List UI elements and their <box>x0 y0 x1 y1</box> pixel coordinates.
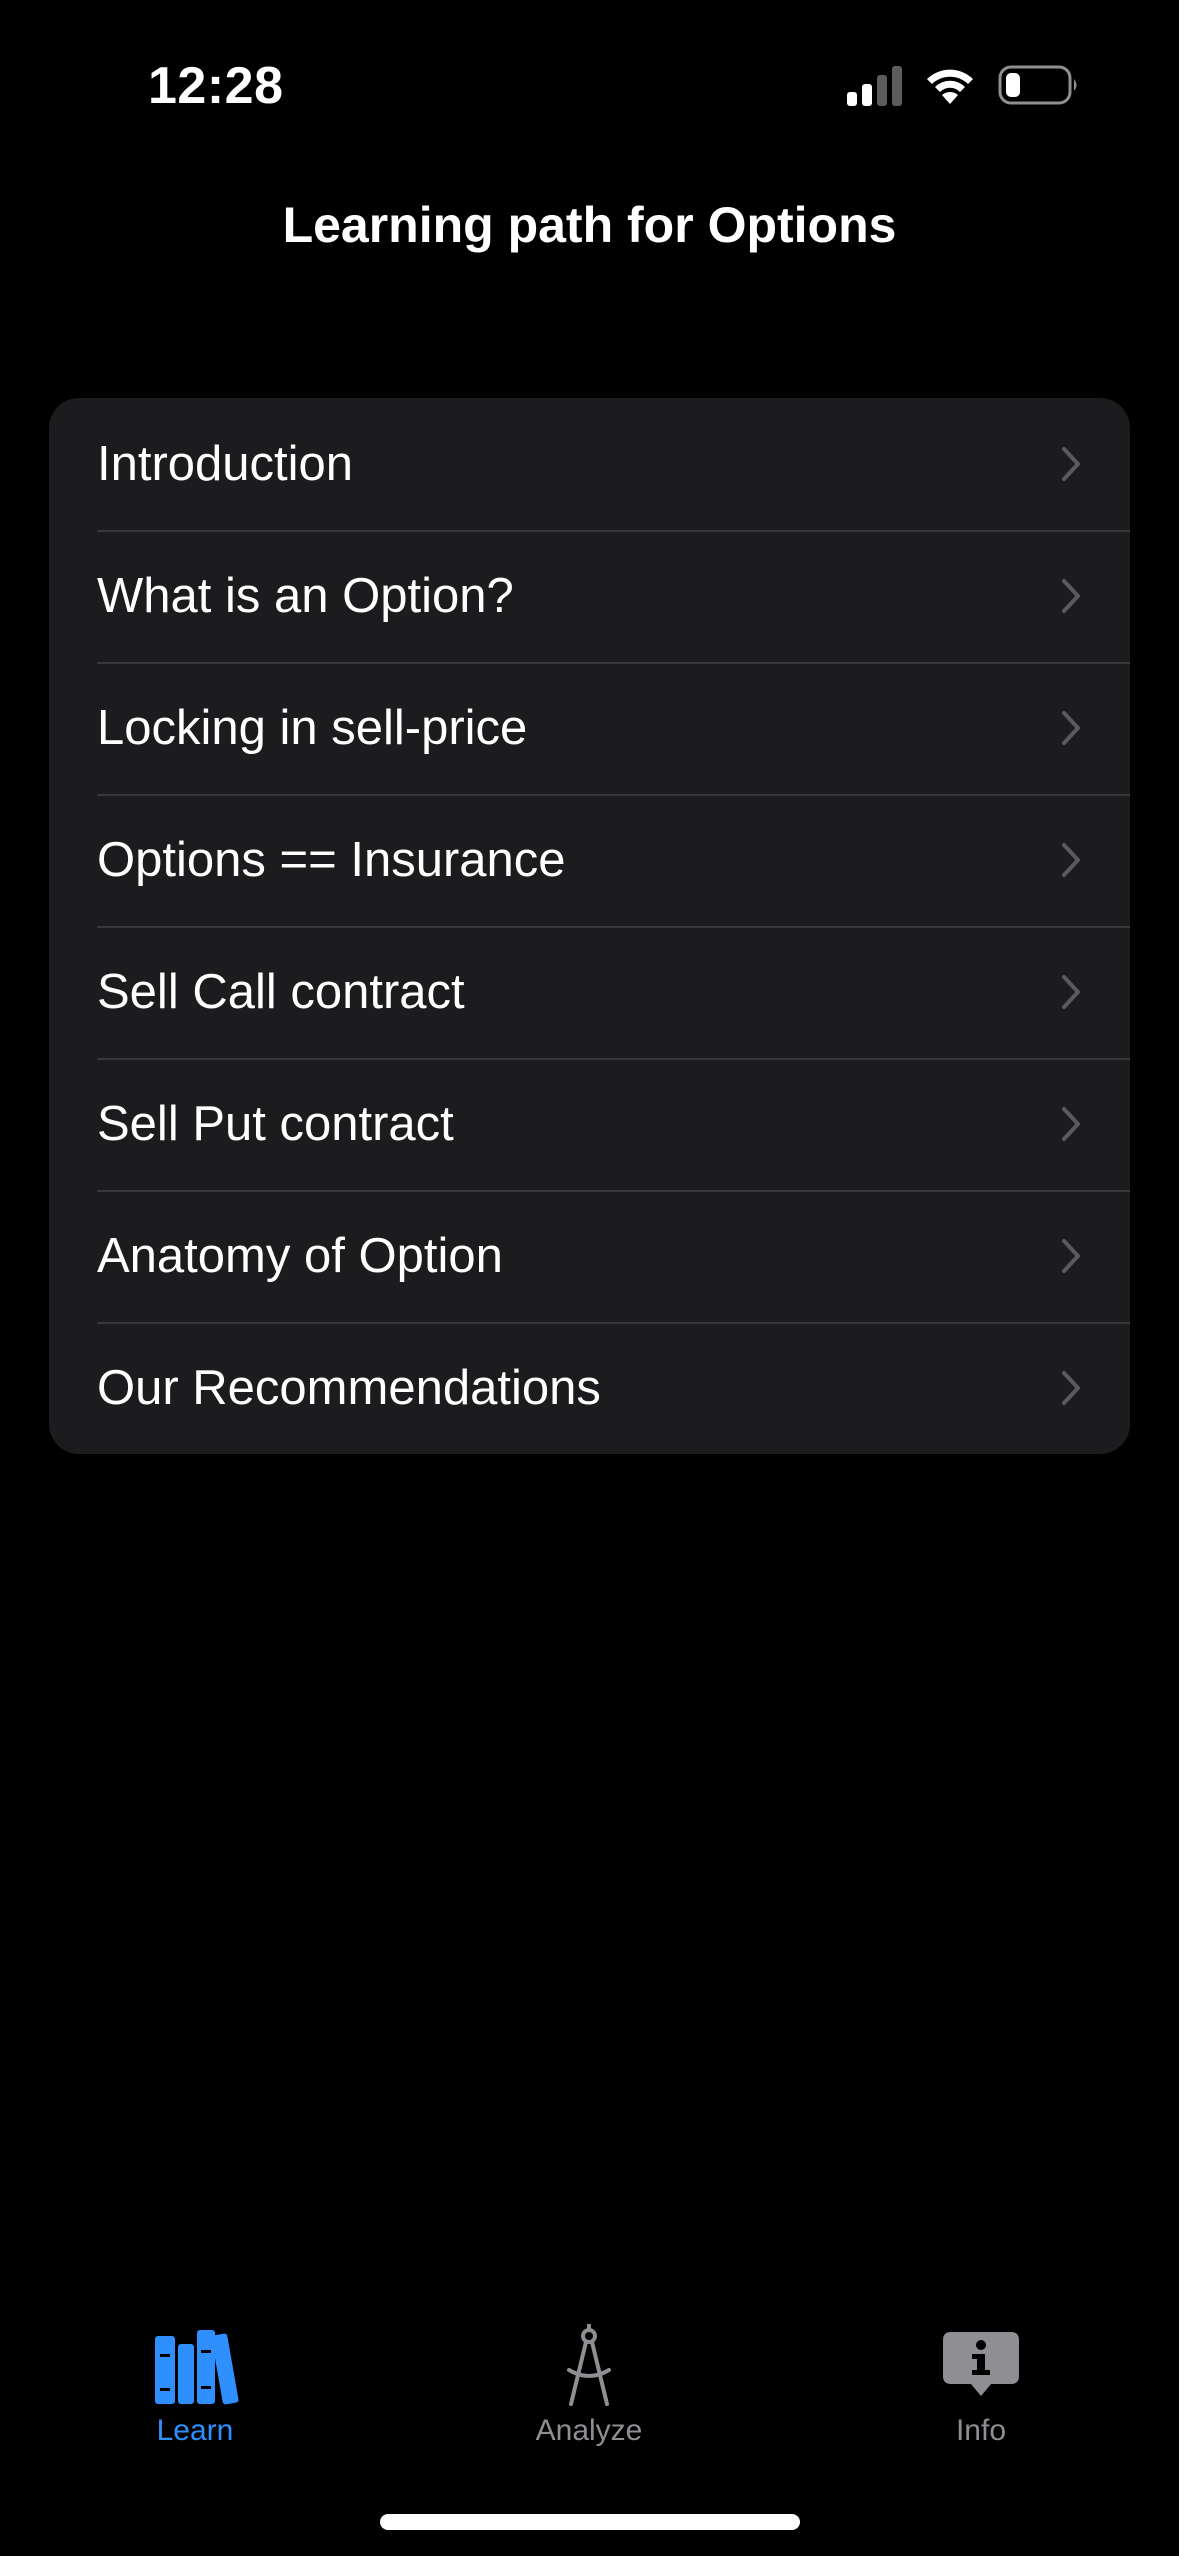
lesson-label: Our Recommendations <box>97 1361 601 1415</box>
lesson-list: Introduction What is an Option? Locking … <box>49 398 1130 1454</box>
lesson-label: Options == Insurance <box>97 833 566 887</box>
tab-analyze[interactable]: Analyze <box>479 2324 699 2464</box>
chevron-right-icon <box>1062 579 1080 613</box>
lesson-row-options-insurance[interactable]: Options == Insurance <box>49 794 1130 926</box>
cellular-signal-icon <box>847 66 902 106</box>
lesson-row-what-is-an-option[interactable]: What is an Option? <box>49 530 1130 662</box>
books-icon <box>155 2330 239 2405</box>
lesson-row-introduction[interactable]: Introduction <box>49 398 1130 530</box>
tab-learn[interactable]: Learn <box>85 2324 305 2464</box>
wifi-icon <box>927 69 973 104</box>
chevron-right-icon <box>1062 1239 1080 1273</box>
lesson-label: Introduction <box>97 437 354 491</box>
home-indicator[interactable] <box>380 2514 800 2530</box>
lesson-label: What is an Option? <box>97 569 514 623</box>
lesson-label: Sell Put contract <box>97 1097 454 1151</box>
tab-label: Analyze <box>535 2414 643 2447</box>
chevron-right-icon <box>1062 843 1080 877</box>
chevron-right-icon <box>1062 447 1080 481</box>
tab-info[interactable]: Info <box>871 2324 1091 2464</box>
lesson-label: Sell Call contract <box>97 965 465 1019</box>
status-time: 12:28 <box>148 57 284 115</box>
chevron-right-icon <box>1062 711 1080 745</box>
chevron-right-icon <box>1062 975 1080 1009</box>
lesson-row-sell-call-contract[interactable]: Sell Call contract <box>49 926 1130 1058</box>
lesson-row-locking-in-sell-price[interactable]: Locking in sell-price <box>49 662 1130 794</box>
lesson-row-anatomy-of-option[interactable]: Anatomy of Option <box>49 1190 1130 1322</box>
lesson-row-sell-put-contract[interactable]: Sell Put contract <box>49 1058 1130 1190</box>
info-bubble-icon <box>943 2332 1019 2396</box>
status-bar: 12:28 <box>0 0 1179 170</box>
battery-icon <box>998 65 1077 105</box>
compass-icon <box>567 2324 611 2406</box>
lesson-label: Anatomy of Option <box>97 1229 503 1283</box>
chevron-right-icon <box>1062 1371 1080 1405</box>
chevron-right-icon <box>1062 1107 1080 1141</box>
page-title: Learning path for Options <box>282 197 897 253</box>
lesson-label: Locking in sell-price <box>97 701 528 755</box>
tab-label: Learn <box>156 2414 234 2447</box>
lesson-row-our-recommendations[interactable]: Our Recommendations <box>49 1322 1130 1454</box>
tab-label: Info <box>955 2414 1007 2447</box>
